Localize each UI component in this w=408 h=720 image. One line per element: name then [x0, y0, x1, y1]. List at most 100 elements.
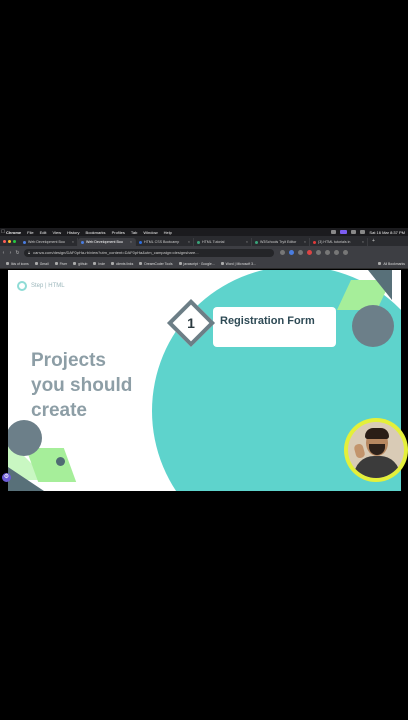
- extensions-area: [280, 250, 348, 255]
- tray-recorder-icon[interactable]: [340, 230, 348, 234]
- bookmark-label: github: [78, 261, 88, 266]
- bookmark-item[interactable]: Ikis of icons: [6, 262, 29, 266]
- bookmark-icon: [178, 262, 182, 265]
- bookmark-item[interactable]: clients links: [110, 262, 133, 266]
- logo-ring-icon: [17, 281, 27, 291]
- menu-view[interactable]: View: [52, 230, 61, 235]
- menu-history[interactable]: History: [67, 230, 79, 235]
- close-window-button[interactable]: [3, 240, 6, 243]
- step-number: 1: [187, 315, 195, 331]
- folder-icon: [378, 262, 382, 265]
- browser-tab[interactable]: (3) HTML tutorials in ×: [310, 238, 368, 246]
- webcam-video: [348, 422, 404, 478]
- extension-icon[interactable]: [307, 250, 312, 255]
- lock-icon[interactable]: 🔒︎: [28, 250, 30, 255]
- extensions-puzzle-icon[interactable]: [325, 250, 330, 255]
- new-tab-button[interactable]: +: [368, 238, 379, 246]
- webcam-overlay: [344, 418, 408, 482]
- menu-edit[interactable]: Edit: [40, 230, 47, 235]
- callout-pointer: [134, 356, 156, 366]
- bookmark-label: DreamCoder Tools: [144, 261, 173, 266]
- kebab-menu-icon[interactable]: [343, 250, 348, 255]
- tab-title: (3) HTML tutorials in: [318, 240, 351, 244]
- tab-favicon: [139, 240, 142, 244]
- menu-profiles[interactable]: Profiles: [112, 230, 125, 235]
- close-tab-icon[interactable]: ×: [72, 240, 74, 244]
- address-url: canva.com/design/DAF0pHa-rb/view?utm_con…: [33, 250, 199, 255]
- menu-app-name[interactable]: Chrome: [6, 230, 21, 235]
- tab-favicon: [197, 240, 200, 244]
- bookmark-label: All Bookmarks: [383, 261, 405, 266]
- bookmark-label: Gmail: [39, 261, 49, 266]
- bookmark-icon: [73, 262, 77, 265]
- maximize-window-button[interactable]: [13, 240, 16, 243]
- tab-favicon: [255, 240, 258, 244]
- extension-icon[interactable]: [298, 250, 303, 255]
- close-tab-icon[interactable]: ×: [188, 240, 190, 244]
- forward-icon[interactable]: ›: [7, 250, 14, 256]
- bookmark-icon: [220, 262, 224, 265]
- close-tab-icon[interactable]: ×: [130, 240, 132, 244]
- bookmark-item[interactable]: DreamCoder Tools: [139, 261, 173, 266]
- bookmarks-bar: Ikis of icons Gmail Fiver github Inde cl…: [0, 259, 408, 269]
- heading-line: Projects: [31, 350, 106, 371]
- bookmark-item[interactable]: Inde: [93, 262, 105, 266]
- all-bookmarks-button[interactable]: All Bookmarks: [378, 262, 405, 266]
- menu-window[interactable]: Window: [143, 230, 157, 235]
- tab-favicon: [81, 240, 84, 244]
- bookmark-icon: [6, 262, 9, 265]
- presenter-shirt: [354, 456, 400, 478]
- close-tab-icon[interactable]: ×: [362, 240, 364, 244]
- extension-icon[interactable]: [289, 250, 294, 255]
- bookmark-label: Fiver: [59, 261, 68, 266]
- tab-title: HTML CSS Bootcamp: [144, 240, 180, 244]
- bookmark-label: javascript · Google...: [183, 261, 215, 266]
- close-tab-icon[interactable]: ×: [304, 240, 306, 244]
- menu-bookmarks[interactable]: Bookmarks: [86, 230, 106, 235]
- close-tab-icon[interactable]: ×: [246, 240, 248, 244]
- address-bar[interactable]: 🔒︎ canva.com/design/DAF0pHa-rb/view?utm_…: [24, 248, 274, 257]
- bookmark-star-icon[interactable]: [280, 250, 285, 255]
- bookmark-label: Ikis of icons: [11, 261, 29, 266]
- mac-menu-bar:  Chrome File Edit View History Bookmark…: [0, 228, 408, 236]
- tab-title: HTML Tutorial: [202, 240, 225, 244]
- decor-dark-triangle: [8, 467, 44, 491]
- settings-gear-icon[interactable]: ⚙︎: [2, 473, 11, 482]
- tray-icon[interactable]: [351, 230, 357, 234]
- bookmark-item[interactable]: javascript · Google...: [178, 261, 215, 266]
- reload-icon[interactable]: ↻: [14, 250, 21, 256]
- bookmark-icon: [93, 262, 97, 265]
- tab-strip: Web Development Boo × Web Development Bo…: [0, 236, 408, 246]
- heading-line: create: [31, 400, 87, 421]
- logo-text: Step | HTML: [31, 283, 65, 289]
- menu-tab[interactable]: Tab: [131, 230, 137, 235]
- heading-line: you should: [31, 375, 133, 396]
- decor-dot: [56, 457, 65, 466]
- menu-tray: Sat 16 Mar 8:37 PM: [331, 230, 408, 235]
- bookmark-item[interactable]: github: [73, 262, 87, 266]
- bookmark-item[interactable]: Fiver: [54, 261, 68, 266]
- wifi-icon[interactable]: [360, 230, 366, 234]
- bookmark-icon: [54, 262, 58, 265]
- bookmark-item[interactable]: Word | Microsoft 3...: [220, 262, 256, 266]
- browser-tab[interactable]: W3Schools Tryit Editor ×: [252, 238, 310, 246]
- browser-tab[interactable]: HTML Tutorial ×: [194, 238, 252, 246]
- browser-tab[interactable]: HTML CSS Bootcamp ×: [136, 238, 194, 246]
- menu-file[interactable]: File: [27, 230, 33, 235]
- menu-clock[interactable]: Sat 16 Mar 8:37 PM: [369, 230, 405, 235]
- back-icon[interactable]: ‹: [0, 250, 7, 256]
- tab-title: Web Development Boo: [86, 240, 123, 244]
- profile-avatar-icon[interactable]: [334, 250, 339, 255]
- slide-logo: Step | HTML: [17, 281, 65, 291]
- browser-tab[interactable]: Web Development Boo ×: [20, 238, 78, 246]
- browser-tab-active[interactable]: Web Development Boo ×: [78, 238, 136, 246]
- tab-title: Web Development Boo: [28, 240, 65, 244]
- tray-icon[interactable]: [331, 230, 337, 234]
- minimize-window-button[interactable]: [8, 240, 11, 243]
- bookmark-icon: [34, 262, 38, 265]
- presentation-slide: Step | HTML Projects you should create 1…: [8, 270, 401, 491]
- decor-gray-circle: [352, 305, 394, 347]
- extension-icon[interactable]: [316, 250, 321, 255]
- bookmark-item[interactable]: Gmail: [34, 261, 49, 266]
- menu-help[interactable]: Help: [164, 230, 172, 235]
